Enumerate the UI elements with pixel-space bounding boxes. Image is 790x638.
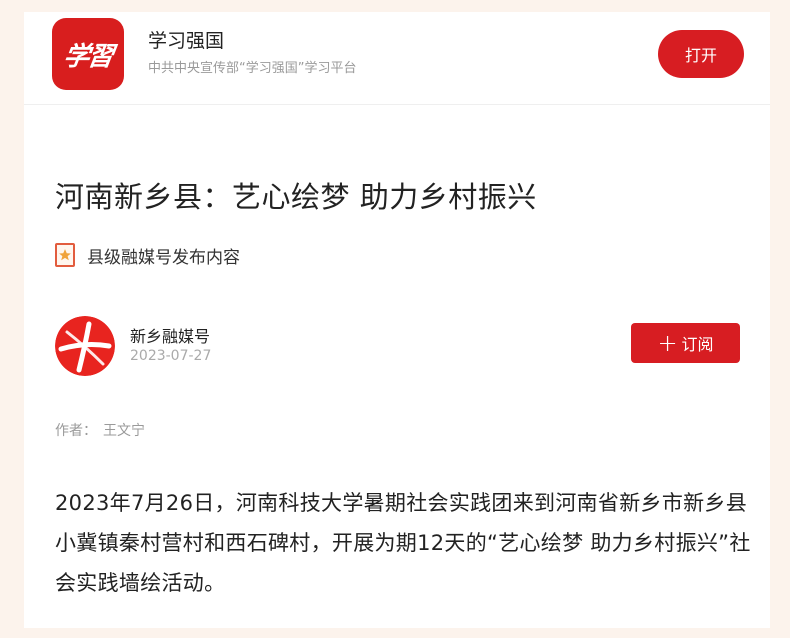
star-badge-icon bbox=[55, 243, 75, 267]
tag-label: 县级融媒号发布内容 bbox=[87, 247, 240, 268]
plus-icon: + bbox=[657, 329, 678, 357]
app-name: 学习强国 bbox=[148, 30, 225, 52]
app-logo[interactable]: 学習 bbox=[52, 18, 124, 90]
subscribe-button[interactable]: + 订阅 bbox=[631, 323, 740, 363]
subscribe-label: 订阅 bbox=[681, 335, 714, 354]
article-tag: 县级融媒号发布内容 bbox=[55, 242, 240, 268]
source-avatar[interactable] bbox=[55, 316, 115, 376]
open-app-button[interactable]: 打开 bbox=[658, 30, 744, 78]
publish-date: 2023-07-27 bbox=[130, 348, 212, 364]
app-banner: 学習 学习强国 中共中央宣传部“学习强国”学习平台 打开 bbox=[24, 12, 770, 105]
author-line: 作者： 王文宁 bbox=[55, 420, 145, 440]
article-body: 2023年7月26日，河南科技大学暑期社会实践团来到河南省新乡市新乡县小冀镇秦村… bbox=[55, 491, 751, 595]
author-name: 王文宁 bbox=[103, 423, 145, 439]
author-label: 作者： bbox=[55, 423, 97, 439]
app-subtitle: 中共中央宣传部“学习强国”学习平台 bbox=[148, 61, 357, 76]
article-title: 河南新乡县：艺心绘梦 助力乡村振兴 bbox=[55, 180, 537, 214]
source-name[interactable]: 新乡融媒号 bbox=[130, 323, 210, 347]
page-card: 学習 学习强国 中共中央宣传部“学习强国”学习平台 打开 河南新乡县：艺心绘梦 … bbox=[24, 12, 770, 628]
app-logo-text: 学習 bbox=[61, 41, 114, 72]
